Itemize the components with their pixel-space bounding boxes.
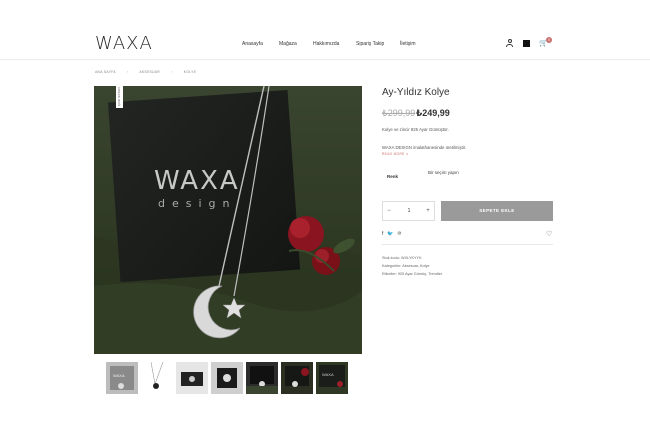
read-more-link[interactable]: READ MORE ∨	[382, 152, 409, 156]
breadcrumb-separator: ›	[127, 70, 129, 74]
add-to-cart-button[interactable]: SEPETE EKLE	[441, 201, 553, 221]
quantity-increase-button[interactable]: +	[422, 202, 434, 220]
svg-text:WAXA: WAXA	[154, 166, 240, 196]
svg-text:WAXA: WAXA	[113, 373, 125, 378]
breadcrumb-home[interactable]: ANA SAYFA	[95, 70, 116, 74]
facebook-icon[interactable]: f	[382, 231, 383, 237]
bestseller-badge: ÇOK SATAN	[116, 86, 123, 108]
svg-text:design: design	[158, 197, 237, 210]
categories-text: Kategoriler: Aksesuar, Kolye	[382, 264, 430, 268]
thumbnail[interactable]	[141, 362, 173, 394]
twitter-icon[interactable]: 🐦	[387, 231, 393, 237]
quantity-decrease-button[interactable]: −	[383, 202, 395, 220]
nav-item-order-tracking[interactable]: Sipariş Takip	[356, 41, 384, 47]
site-header: WAXA Anasayfa Mağaza Hakkımızda Sipariş …	[0, 0, 650, 60]
nav-item-contact[interactable]: İletişim	[400, 41, 416, 47]
breadcrumb-accessory[interactable]: AKSESUAR	[139, 70, 160, 74]
nav-item-about[interactable]: Hakkımızda	[313, 41, 339, 47]
variant-label: Renk	[387, 174, 399, 179]
thumbnail[interactable]	[281, 362, 313, 394]
thumbnail[interactable]: WAXA	[106, 362, 138, 394]
user-icon[interactable]	[506, 39, 513, 47]
sale-price: ₺249,99	[416, 108, 450, 118]
product-title: Ay-Yıldız Kolye	[382, 87, 450, 98]
breadcrumb: ANA SAYFA › AKSESUAR › KOLYE	[95, 70, 206, 74]
product-main-image[interactable]: WAXA design	[94, 86, 362, 354]
nav-item-home[interactable]: Anasayfa	[242, 41, 263, 47]
product-photo: WAXA design	[94, 86, 362, 354]
thumbnail[interactable]	[211, 362, 243, 394]
thumbnail[interactable]	[176, 362, 208, 394]
wishlist-heart-icon[interactable]: ♡	[546, 230, 552, 238]
pinterest-icon[interactable]: ℗	[398, 231, 402, 237]
svg-text:WAXA: WAXA	[322, 372, 334, 377]
product-description-line-1: Kolye ve zincir 925 Ayar Gümüştür.	[382, 127, 449, 132]
brand-logo[interactable]: WAXA	[95, 33, 153, 54]
breadcrumb-necklace: KOLYE	[183, 70, 197, 74]
thumbnail[interactable]: WAXA	[316, 362, 348, 394]
square-icon[interactable]	[523, 40, 530, 47]
old-price: ₺299,99	[382, 108, 416, 118]
nav-item-shop[interactable]: Mağaza	[279, 41, 297, 47]
product-thumbnails: WAXA WAXA	[106, 362, 348, 394]
product-description-line-2: WAXA DESIGN imalathanesinde üretilmiştir…	[382, 145, 467, 150]
sku-text: Stok kodu: WXLYKYYK	[382, 256, 422, 260]
thumbnail[interactable]	[246, 362, 278, 394]
quantity-stepper: − 1 +	[382, 201, 435, 221]
divider	[382, 244, 553, 245]
cart-count-badge: 0	[546, 37, 552, 43]
tags-text: Etiketler: 925 Ayar Gümüş, Trendler	[382, 272, 443, 276]
breadcrumb-separator: ›	[171, 70, 173, 74]
share-links: f 🐦 ℗	[382, 231, 401, 237]
quantity-input[interactable]: 1	[397, 202, 421, 220]
variant-select[interactable]: Bir seçim yapın	[428, 170, 459, 175]
